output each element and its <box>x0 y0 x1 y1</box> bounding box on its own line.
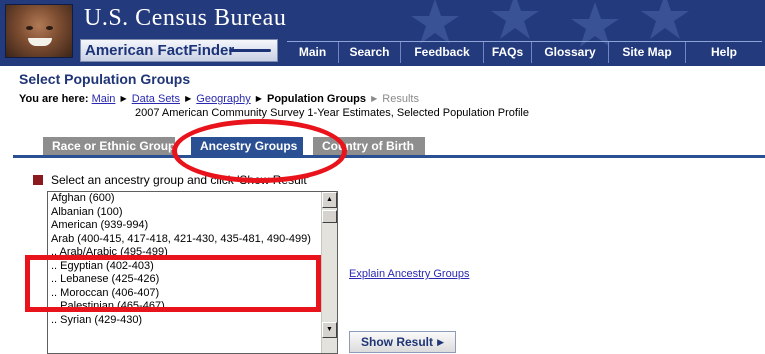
show-result-button[interactable]: Show Result ▶ <box>349 331 456 353</box>
nav-feedback[interactable]: Feedback <box>400 42 483 63</box>
bullet-icon <box>33 175 43 185</box>
swoosh-icon <box>229 49 271 52</box>
scroll-up-icon[interactable]: ▲ <box>322 192 337 208</box>
nav-faqs[interactable]: FAQs <box>483 42 531 63</box>
instruction-text: Select an ancestry group and click 'Show… <box>51 173 310 187</box>
header-photo <box>5 4 73 58</box>
explain-ancestry-groups-link[interactable]: Explain Ancestry Groups <box>349 268 469 280</box>
breadcrumb-current: Population Groups <box>267 93 366 105</box>
show-result-label: Show Result <box>361 335 434 349</box>
breadcrumb-arrow-icon: ▶ <box>120 94 127 103</box>
scrollbar-thumb[interactable] <box>322 210 337 223</box>
nav-site-map[interactable]: Site Map <box>608 42 685 63</box>
breadcrumb-link-main[interactable]: Main <box>92 93 116 105</box>
tab-ancestry-groups[interactable]: Ancestry Groups <box>191 137 303 156</box>
list-item[interactable]: Afghan (600) <box>48 192 337 206</box>
breadcrumb-arrow-icon: ▶ <box>255 94 262 103</box>
list-item[interactable]: .. Palestinian (465-467) <box>48 300 337 314</box>
list-item[interactable]: .. Arab/Arabic (495-499) <box>48 246 337 260</box>
nav-search[interactable]: Search <box>338 42 400 63</box>
list-item[interactable]: American (939-994) <box>48 219 337 233</box>
nav-help[interactable]: Help <box>685 42 762 63</box>
list-item[interactable]: .. Lebanese (425-426) <box>48 273 337 287</box>
nav-glossary[interactable]: Glossary <box>531 42 608 63</box>
page-title: Select Population Groups <box>19 71 191 87</box>
census-bureau-title[interactable]: U.S. Census Bureau <box>84 5 286 32</box>
nav-main[interactable]: Main <box>287 42 338 63</box>
tab-country-of-birth[interactable]: Country of Birth <box>313 137 425 156</box>
breadcrumb-arrow-icon: ▶ <box>371 94 378 103</box>
play-arrow-icon: ▶ <box>437 337 444 347</box>
breadcrumb-arrow-icon: ▶ <box>185 94 192 103</box>
listbox-scrollbar[interactable]: ▲ ▼ <box>321 192 337 353</box>
list-item[interactable]: .. Moroccan (406-407) <box>48 287 337 301</box>
main-nav: Main Search Feedback FAQs Glossary Site … <box>287 41 762 63</box>
breadcrumb: You are here: Main ▶ Data Sets ▶ Geograp… <box>19 93 419 105</box>
breadcrumb-label: You are here: <box>19 93 89 105</box>
list-item[interactable]: Albanian (100) <box>48 206 337 220</box>
tab-race-or-ethnic-groups[interactable]: Race or Ethnic Groups <box>43 137 175 156</box>
breadcrumb-next: Results <box>382 93 419 105</box>
breadcrumb-link-data-sets[interactable]: Data Sets <box>132 93 180 105</box>
list-item[interactable]: .. Syrian (429-430) <box>48 314 337 328</box>
factfinder-label: American FactFinder <box>85 42 235 59</box>
breadcrumb-link-geography[interactable]: Geography <box>196 93 250 105</box>
american-factfinder-logo[interactable]: American FactFinder <box>80 39 278 62</box>
ancestry-group-listbox[interactable]: Afghan (600) Albanian (100) American (93… <box>47 191 338 354</box>
site-header: U.S. Census Bureau American FactFinder M… <box>0 0 765 66</box>
list-item[interactable]: Arab (400-415, 417-418, 421-430, 435-481… <box>48 233 337 247</box>
list-item[interactable]: .. Egyptian (402-403) <box>48 260 337 274</box>
dataset-subtitle: 2007 American Community Survey 1-Year Es… <box>135 107 529 119</box>
tab-underline <box>13 155 765 158</box>
